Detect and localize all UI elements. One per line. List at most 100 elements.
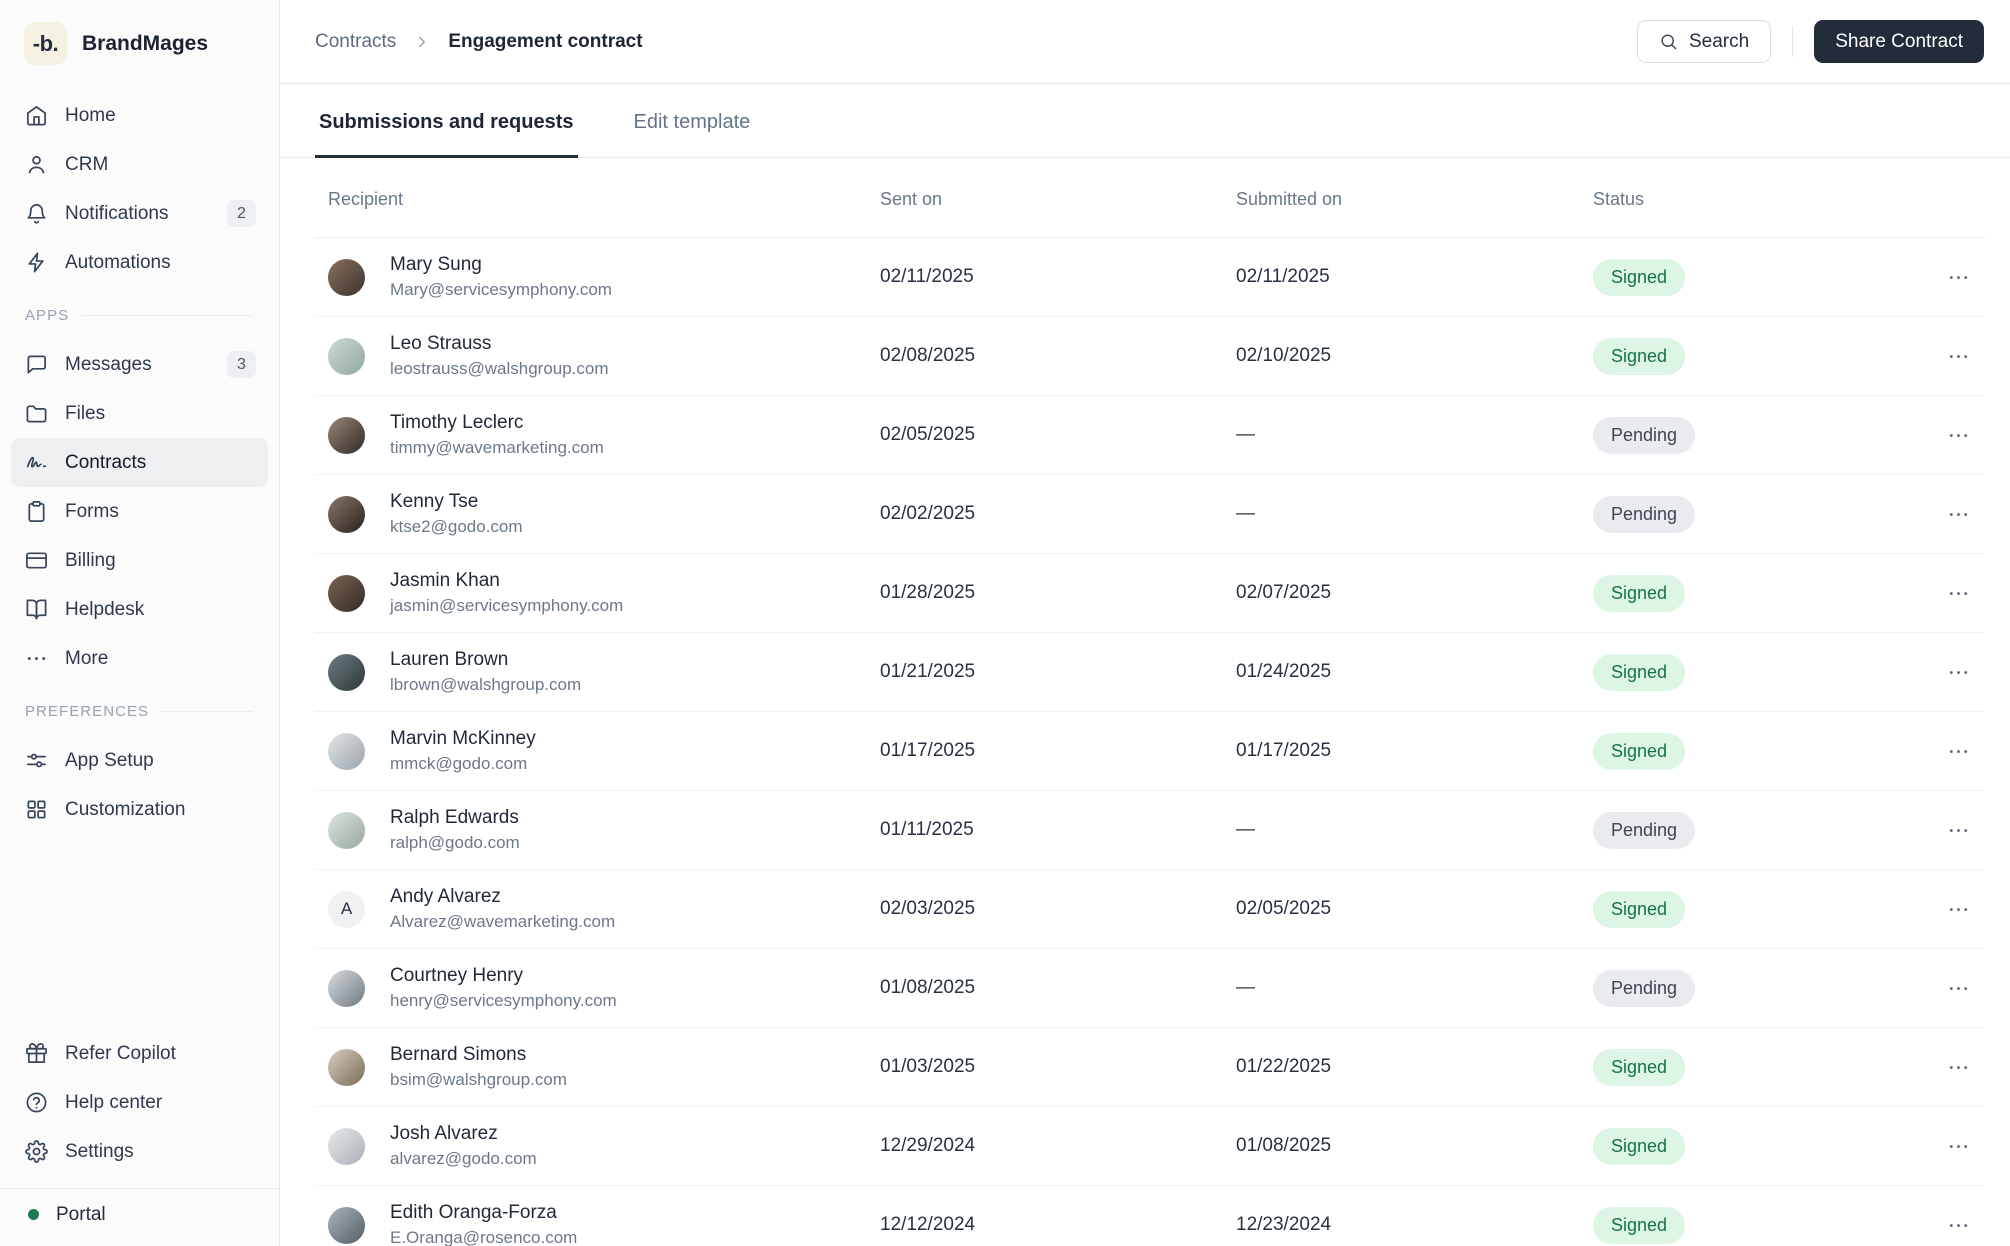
avatar [328, 258, 365, 296]
recipient-cell: Timothy Leclerc timmy@wavemarketing.com [315, 412, 880, 458]
row-actions-menu-button[interactable] [1941, 655, 1975, 689]
topbar-actions: Search Share Contract [1637, 20, 1984, 63]
recipient-email: leostrauss@walshgroup.com [390, 359, 609, 378]
column-header-recipient: Recipient [328, 189, 404, 209]
search-button-label: Search [1689, 30, 1750, 52]
sent-on-cell: 12/12/2024 [880, 1214, 976, 1235]
sent-on-cell: 01/21/2025 [880, 661, 976, 682]
sliders-icon [25, 749, 48, 772]
row-actions-menu-button[interactable] [1941, 1208, 1975, 1242]
topbar-divider [1792, 26, 1794, 57]
submitted-on-cell: 02/07/2025 [1236, 582, 1332, 603]
sidebar-item-forms[interactable]: Forms [11, 487, 268, 536]
row-actions-menu-button[interactable] [1941, 418, 1975, 452]
sidebar-item-home[interactable]: Home [11, 91, 268, 140]
row-actions-menu-button[interactable] [1941, 497, 1975, 531]
sidebar-item-label: Helpdesk [65, 598, 145, 620]
sent-on-cell: 01/11/2025 [880, 819, 974, 840]
status-cell: Pending [1593, 495, 1900, 533]
search-button[interactable]: Search [1637, 20, 1772, 63]
avatar [328, 416, 365, 454]
row-menu-cell [1900, 971, 1985, 1005]
row-actions-menu-button[interactable] [1941, 576, 1975, 610]
sidebar-item-messages[interactable]: Messages 3 [11, 340, 268, 389]
recipient-info: Andy Alvarez Alvarez@wavemarketing.com [390, 886, 615, 932]
sidebar-item-files[interactable]: Files [11, 389, 268, 438]
row-menu-cell [1900, 1208, 1985, 1242]
sidebar-item-helpdesk[interactable]: Helpdesk [11, 585, 268, 634]
recipient-email: bsim@walshgroup.com [390, 1070, 567, 1089]
sidebar-item-portal[interactable]: Portal [0, 1188, 279, 1246]
share-contract-button[interactable]: Share Contract [1814, 20, 1984, 63]
sent-on-cell: 02/08/2025 [880, 345, 976, 366]
recipient-cell: Kenny Tse ktse2@godo.com [315, 491, 880, 537]
status-badge: Signed [1593, 890, 1686, 928]
sidebar-section-preferences: PREFERENCES [0, 687, 279, 736]
recipient-email: henry@servicesymphony.com [390, 991, 617, 1010]
sidebar-item-more[interactable]: More [11, 634, 268, 683]
row-actions-menu-button[interactable] [1941, 892, 1975, 926]
sidebar-item-settings[interactable]: Settings [11, 1127, 268, 1176]
recipient-cell: Bernard Simons bsim@walshgroup.com [315, 1044, 880, 1090]
recipient-email: ralph@godo.com [390, 833, 520, 852]
status-badge: Signed [1593, 653, 1686, 691]
portal-status-dot [28, 1209, 39, 1220]
recipient-cell: Marvin McKinney mmck@godo.com [315, 728, 880, 774]
recipient-name: Ralph Edwards [390, 807, 519, 828]
recipient-email: lbrown@walshgroup.com [390, 675, 582, 694]
sidebar-item-billing[interactable]: Billing [11, 536, 268, 585]
row-actions-menu-button[interactable] [1941, 339, 1975, 373]
status-cell: Signed [1593, 1206, 1900, 1244]
avatar [328, 495, 365, 533]
zap-icon [25, 251, 48, 274]
recipient-info: Ralph Edwards ralph@godo.com [390, 807, 520, 853]
row-actions-menu-button[interactable] [1941, 1050, 1975, 1084]
sidebar-item-app-setup[interactable]: App Setup [11, 736, 268, 785]
recipient-cell: Courtney Henry henry@servicesymphony.com [315, 965, 880, 1011]
row-menu-cell [1900, 339, 1985, 373]
status-badge: Pending [1593, 969, 1696, 1007]
sent-on-cell: 02/03/2025 [880, 898, 976, 919]
sent-on-cell: 12/29/2024 [880, 1135, 976, 1156]
status-cell: Signed [1593, 574, 1900, 612]
chevron-right-icon [413, 33, 431, 51]
section-label: PREFERENCES [25, 703, 150, 720]
row-actions-menu-button[interactable] [1941, 971, 1975, 1005]
recipient-cell: Mary Sung Mary@servicesymphony.com [315, 254, 880, 300]
table-row: Leo Strauss leostrauss@walshgroup.com 02… [315, 317, 1985, 396]
sidebar-item-refer-copilot[interactable]: Refer Copilot [11, 1029, 268, 1078]
tab-submissions-and-requests[interactable]: Submissions and requests [315, 84, 578, 158]
submitted-on-cell: 01/22/2025 [1236, 1056, 1332, 1077]
status-cell: Signed [1593, 732, 1900, 770]
avatar [328, 574, 365, 612]
sidebar-item-crm[interactable]: CRM [11, 140, 268, 189]
row-menu-cell [1900, 418, 1985, 452]
submitted-on-cell: 02/10/2025 [1236, 345, 1332, 366]
sidebar-item-contracts[interactable]: Contracts [11, 438, 268, 487]
table-row: Courtney Henry henry@servicesymphony.com… [315, 949, 1985, 1028]
sidebar-item-notifications[interactable]: Notifications 2 [11, 189, 268, 238]
row-actions-menu-button[interactable] [1941, 813, 1975, 847]
table-row: Edith Oranga-Forza E.Oranga@rosenco.com … [315, 1186, 1985, 1246]
avatar [328, 337, 365, 375]
status-badge: Pending [1593, 495, 1696, 533]
recipient-email: Alvarez@wavemarketing.com [390, 912, 616, 931]
row-actions-menu-button[interactable] [1941, 1129, 1975, 1163]
breadcrumb-contracts[interactable]: Contracts [315, 31, 396, 53]
table-row: Ralph Edwards ralph@godo.com 01/11/2025 … [315, 791, 1985, 870]
row-actions-menu-button[interactable] [1941, 260, 1975, 294]
sidebar-item-help-center[interactable]: Help center [11, 1078, 268, 1127]
status-cell: Signed [1593, 1048, 1900, 1086]
section-divider [82, 315, 253, 316]
sidebar-item-customization[interactable]: Customization [11, 785, 268, 834]
row-actions-menu-button[interactable] [1941, 734, 1975, 768]
status-cell: Pending [1593, 416, 1900, 454]
tab-edit-template[interactable]: Edit template [630, 84, 755, 158]
recipient-name: Mary Sung [390, 254, 482, 275]
table-header-row: Recipient Sent on Submitted on Status [315, 158, 1985, 238]
sidebar-item-label: Customization [65, 798, 186, 820]
folder-icon [25, 402, 48, 425]
sidebar-item-automations[interactable]: Automations [11, 238, 268, 287]
status-badge: Signed [1593, 1127, 1686, 1165]
row-menu-cell [1900, 497, 1985, 531]
